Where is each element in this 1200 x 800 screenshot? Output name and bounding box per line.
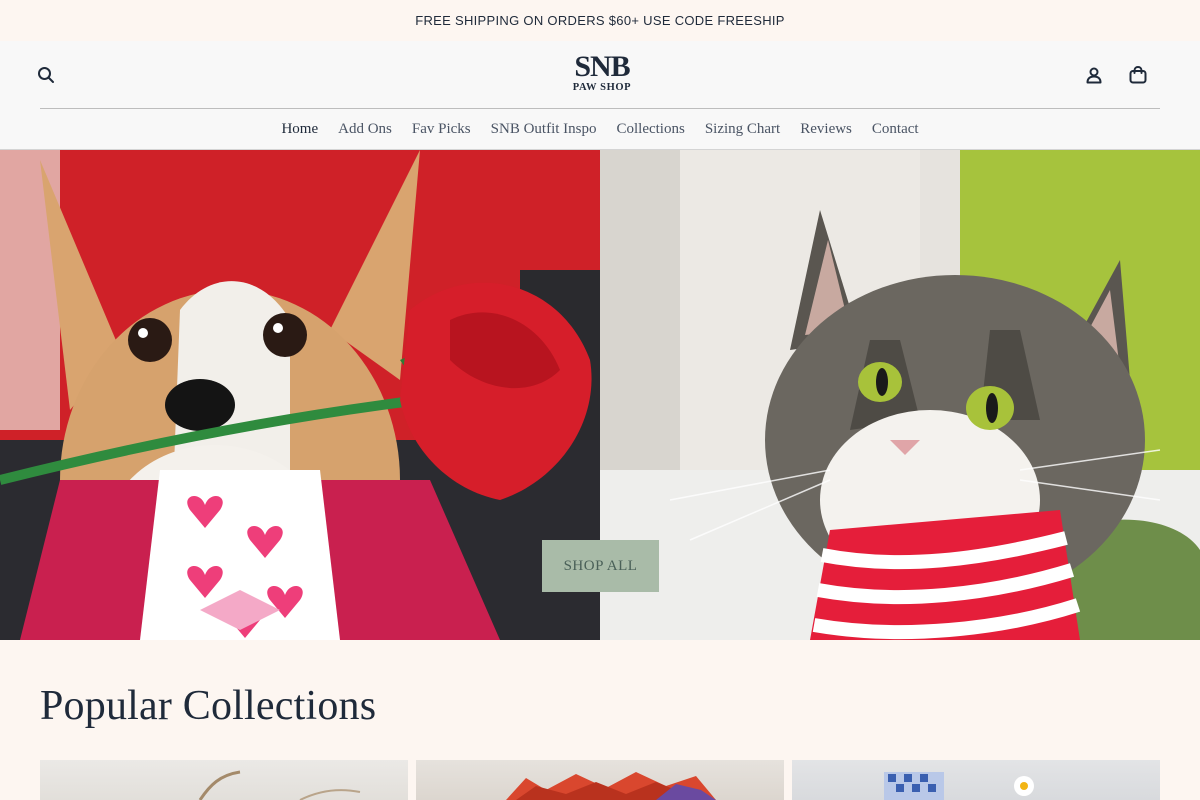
nav-contact[interactable]: Contact xyxy=(872,121,919,138)
logo-wordmark: SNB xyxy=(574,50,630,83)
nav-sizing-chart[interactable]: Sizing Chart xyxy=(705,121,780,138)
site-header: SNB PAW SHOP Home Add Ons Fav Picks SNB … xyxy=(0,41,1200,150)
header-top: SNB PAW SHOP xyxy=(0,41,1200,108)
collection-card[interactable] xyxy=(416,760,784,800)
site-logo[interactable]: SNB PAW SHOP xyxy=(562,50,642,94)
collection-cards xyxy=(40,760,1160,800)
collection-image xyxy=(506,772,716,800)
cat-illustration xyxy=(600,150,1200,640)
collection-card[interactable] xyxy=(40,760,408,800)
nav-collections[interactable]: Collections xyxy=(616,121,684,138)
collection-image xyxy=(198,770,361,800)
dog-illustration xyxy=(0,150,600,640)
shop-all-button[interactable]: SHOP ALL xyxy=(542,540,659,592)
search-button[interactable] xyxy=(34,63,58,87)
cart-button[interactable] xyxy=(1126,63,1150,87)
hero-image-dog xyxy=(0,150,600,640)
shopping-bag-icon xyxy=(1129,65,1147,84)
collection-image xyxy=(884,772,1034,800)
logo-subtitle: PAW SHOP xyxy=(572,82,632,93)
announcement-text: FREE SHIPPING ON ORDERS $60+ USE CODE FR… xyxy=(415,13,785,28)
nav-home[interactable]: Home xyxy=(281,121,318,138)
main-nav: Home Add Ons Fav Picks SNB Outfit Inspo … xyxy=(0,109,1200,149)
collection-card[interactable] xyxy=(792,760,1160,800)
user-icon xyxy=(1086,67,1102,84)
nav-reviews[interactable]: Reviews xyxy=(800,121,852,138)
nav-add-ons[interactable]: Add Ons xyxy=(338,121,392,138)
nav-outfit-inspo[interactable]: SNB Outfit Inspo xyxy=(491,121,597,138)
popular-collections-title: Popular Collections xyxy=(40,683,377,729)
hero-image-cat xyxy=(600,150,1200,640)
announcement-bar: FREE SHIPPING ON ORDERS $60+ USE CODE FR… xyxy=(0,0,1200,41)
nav-fav-picks[interactable]: Fav Picks xyxy=(412,121,471,138)
search-icon xyxy=(38,67,54,83)
account-button[interactable] xyxy=(1082,63,1106,87)
